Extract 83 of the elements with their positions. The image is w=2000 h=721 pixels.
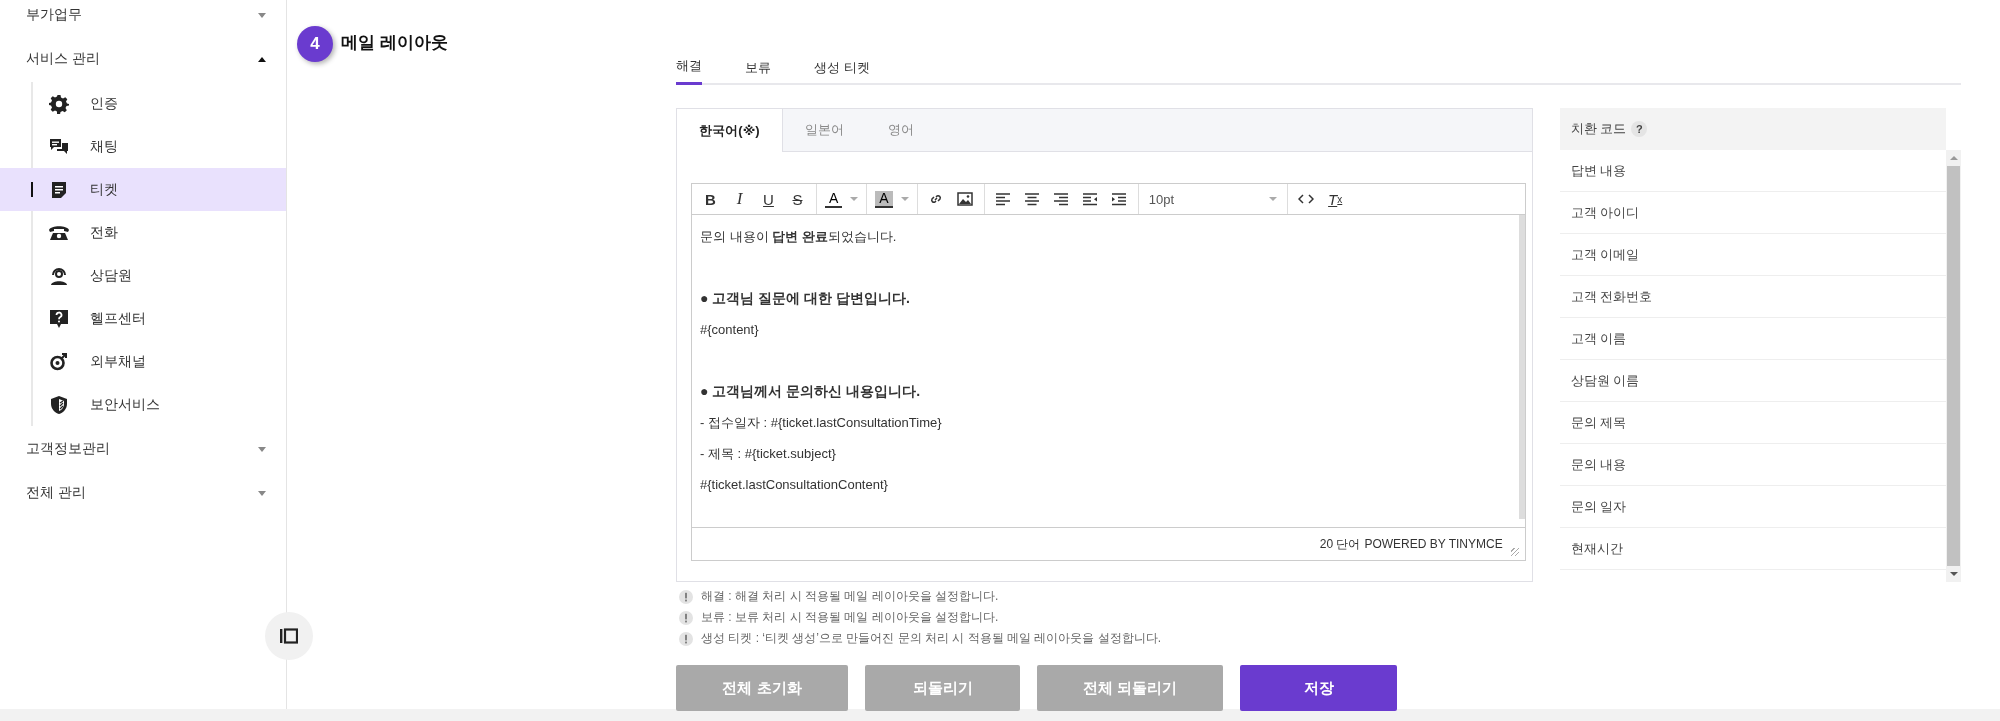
save-button[interactable]: 저장 [1240, 665, 1397, 711]
font-size-select[interactable]: 10pt [1142, 185, 1283, 213]
menu-item[interactable]: 전화 [0, 211, 286, 254]
underline-button[interactable]: U [754, 185, 783, 213]
menu-item[interactable]: 채팅 [0, 125, 286, 168]
outdent-icon [1082, 192, 1099, 206]
panel-header: 치환 코드 ? [1559, 108, 1946, 150]
caret-down-icon [258, 446, 266, 452]
tab[interactable]: 생성 티켓 [814, 50, 870, 85]
heading-text: ● 고객님께서 문의하신 내용입니다. [700, 382, 921, 401]
code-item[interactable]: 고객 이메일 [1559, 234, 1946, 276]
powered-by-text: POWERED BY TINYMCE [1364, 537, 1503, 551]
note-text: 해결 : 해결 처리 시 적용될 메일 레이아웃을 설정합니다. [701, 588, 999, 605]
section-title: 메일 레이아웃 [341, 31, 448, 54]
code-item[interactable]: 답변 내용 [1559, 150, 1946, 192]
collapse-sidebar-button[interactable] [265, 612, 313, 660]
menu-item[interactable]: 보안서비스 [0, 383, 286, 426]
scroll-thumb[interactable] [1947, 166, 1960, 566]
caret-down-icon [258, 12, 266, 18]
help-icon [49, 308, 69, 329]
menu-item[interactable]: 티켓 [0, 168, 286, 211]
body-text: - 접수일자 : #{ticket.lastConsultationTime} [700, 414, 943, 432]
menu-item[interactable]: 인증 [0, 82, 286, 125]
code-item[interactable]: 상담원 이름 [1559, 360, 1946, 402]
note-text: 생성 티켓 : ‘티켓 생성’으로 만들어진 문의 처리 시 적용될 메일 레이아웃을 설정합니다. [701, 630, 1161, 647]
channel-icon [49, 351, 69, 372]
agent-icon [49, 265, 69, 286]
help-icon[interactable]: ? [1631, 121, 1648, 137]
code-item[interactable]: 현재시간 [1559, 528, 1946, 570]
body-text: 문의 내용이 답변 완료되었습니다. [700, 228, 898, 246]
heading-text: ● 고객님 질문에 대한 답변입니다. [700, 289, 911, 308]
code-item[interactable]: 문의 일자 [1559, 486, 1946, 528]
language-tab[interactable]: 한국어(※) [677, 109, 783, 152]
panel-icon [280, 628, 298, 644]
word-count: 20 단어 [1319, 535, 1361, 553]
highlight-color-button[interactable]: A [871, 185, 913, 213]
text-color-button[interactable]: A [821, 185, 863, 213]
body-text: - 제목 : #{ticket.subject} [700, 445, 837, 463]
gear-icon [49, 93, 69, 114]
document-icon [49, 179, 69, 200]
body-text: #{content} [700, 321, 760, 339]
scroll-down-icon [1949, 572, 1958, 576]
resize-handle-icon[interactable] [1510, 548, 1519, 556]
tab[interactable]: 보류 [745, 50, 771, 85]
italic-button[interactable]: I [725, 185, 754, 213]
image-icon [957, 192, 974, 206]
phone-icon [48, 223, 70, 242]
align-center-icon [1024, 192, 1041, 206]
step-badge: 4 [297, 26, 333, 62]
menu-group[interactable]: 고객정보관리 [0, 434, 286, 464]
align-right-icon [1053, 192, 1070, 206]
menu-item[interactable]: 상담원 [0, 254, 286, 297]
warning-icon [679, 589, 693, 604]
caret-down-icon [850, 197, 859, 201]
selection-marker [31, 182, 33, 197]
caret-down-icon [1268, 197, 1277, 201]
strike-button[interactable]: S [783, 185, 812, 213]
body-text: #{ticket.lastConsultationContent} [700, 476, 889, 494]
shield-icon [49, 394, 69, 415]
code-item[interactable]: 문의 제목 [1559, 402, 1946, 444]
note-text: 보류 : 보류 처리 시 적용될 메일 레이아웃을 설정합니다. [701, 609, 999, 626]
scroll-up-icon [1949, 156, 1958, 160]
bold-button[interactable]: B [696, 185, 725, 213]
scrollbar[interactable] [1518, 215, 1525, 519]
caret-down-icon [258, 490, 266, 496]
menu-group[interactable]: 전체 관리 [0, 478, 286, 508]
code-item[interactable]: 고객 전화번호 [1559, 276, 1946, 318]
warning-icon [679, 610, 693, 625]
menu-item[interactable]: 외부채널 [0, 340, 286, 383]
code-item[interactable]: 문의 내용 [1559, 444, 1946, 486]
scrollbar[interactable] [1946, 150, 1961, 582]
code-icon [1298, 193, 1315, 205]
warning-icon [679, 631, 693, 646]
tab[interactable]: 해결 [676, 50, 702, 85]
caret-up-icon [258, 56, 266, 62]
align-left-icon [995, 192, 1012, 206]
menu-group[interactable]: 부가업무 [0, 0, 286, 30]
code-item[interactable]: 고객 아이디 [1559, 192, 1946, 234]
menu-group[interactable]: 서비스 관리 [0, 44, 286, 74]
code-item[interactable]: 고객 이름 [1559, 318, 1946, 360]
indent-icon [1111, 192, 1128, 206]
menu-item[interactable]: 헬프센터 [0, 297, 286, 340]
caret-down-icon [900, 197, 909, 201]
